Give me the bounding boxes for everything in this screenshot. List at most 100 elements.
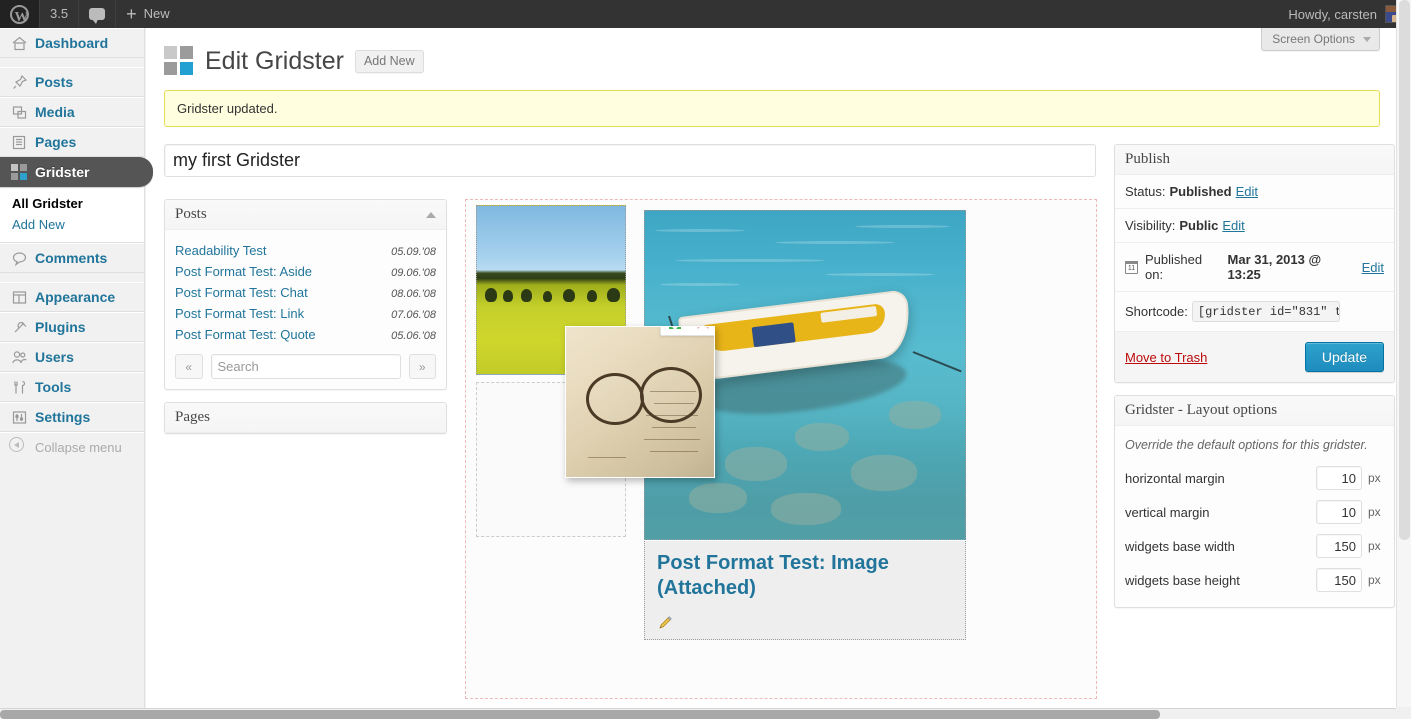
sidebar-item-pages[interactable]: Pages [0,127,144,157]
post-title-link[interactable]: Post Format Test: Link [175,306,304,321]
plug-icon [9,317,29,337]
publish-postbox-header[interactable]: Publish [1115,145,1394,175]
shortcode-field[interactable]: [gridster id="831" t: [1191,301,1340,322]
right-column: Publish Status: Published Edit Visibilit… [1114,144,1395,620]
horizontal-scrollbar[interactable] [0,708,1396,719]
horizontal-margin-input[interactable] [1316,466,1362,490]
list-item[interactable]: Post Format Test: Aside 09.06.'08 [175,261,436,282]
sidebar-item-users[interactable]: Users [0,342,144,372]
post-title-link[interactable]: Post Format Test: Quote [175,327,316,342]
vertical-margin-input[interactable] [1316,500,1362,524]
add-new-button[interactable]: Add New [354,49,424,73]
update-button[interactable]: Update [1304,342,1384,372]
wp-logo-menu[interactable] [0,0,39,32]
gridster-submenu: All Gridster Add New [0,187,144,243]
sidebar-item-posts[interactable]: Posts [0,67,144,97]
collapse-menu-button[interactable]: Collapse menu [0,432,144,462]
vertical-scrollbar-thumb[interactable] [1399,0,1410,540]
sidebar-item-dashboard[interactable]: Dashboard [0,28,144,58]
comment-bubble-icon [9,248,29,268]
list-item[interactable]: Post Format Test: Quote 05.06.'08 [175,324,436,345]
toggle-up-arrow-icon[interactable] [426,211,436,218]
next-page-button[interactable]: » [408,354,436,379]
sidebar-item-settings[interactable]: Settings [0,402,144,432]
sidebar-item-label: Gridster [35,164,90,180]
search-input[interactable] [210,354,401,379]
sidebar-item-tools[interactable]: Tools [0,372,144,402]
submenu-item-all-gridster[interactable]: All Gridster [0,193,144,214]
new-content-menu[interactable]: + New [116,0,180,28]
media-icon [9,102,29,122]
option-unit: px [1368,573,1381,587]
pencil-edit-icon[interactable] [657,615,673,631]
list-item[interactable]: Post Format Test: Link 07.06.'08 [175,303,436,324]
visibility-edit-link[interactable]: Edit [1222,218,1244,233]
layout-options-header[interactable]: Gridster - Layout options [1115,396,1394,426]
post-title-link[interactable]: Post Format Test: Chat [175,285,308,300]
gridster-canvas[interactable]: Post Format Test: Image (Attached) [465,199,1097,699]
tools-icon [9,377,29,397]
publish-actions: Move to Trash Update [1115,332,1394,382]
screen-options-label: Screen Options [1272,32,1355,46]
status-edit-link[interactable]: Edit [1236,184,1258,199]
wp-version-item[interactable]: 3.5 [40,0,78,28]
published-edit-link[interactable]: Edit [1362,260,1384,275]
dashboard-home-icon [9,33,29,53]
updated-notice: Gridster updated. [164,90,1380,127]
option-label: widgets base height [1125,572,1240,588]
dragged-photo-widget[interactable] [565,326,715,478]
option-row-widgets-base-width: widgets base width px [1125,529,1384,563]
howdy-greeting[interactable]: Howdy, carsten [1288,7,1385,22]
page-header: Edit Gridster Add New [146,28,1400,76]
close-x-icon[interactable] [695,327,711,331]
sidebar-item-media[interactable]: Media [0,97,144,127]
widgets-base-height-input[interactable] [1316,568,1362,592]
gridster-grid-icon [9,162,29,182]
option-row-vertical-margin: vertical margin px [1125,495,1384,529]
posts-postbox-header[interactable]: Posts [165,200,446,230]
pages-icon [9,132,29,152]
prev-page-button[interactable]: « [175,354,203,379]
widgets-base-width-input[interactable] [1316,534,1362,558]
list-item[interactable]: Post Format Test: Chat 08.06.'08 [175,282,436,303]
settings-sliders-icon [9,407,29,427]
move-to-trash-link[interactable]: Move to Trash [1125,350,1207,365]
horizontal-scrollbar-thumb[interactable] [0,710,1160,719]
sidebar-item-label: Plugins [35,319,86,335]
visibility-row: Visibility: Public Edit [1115,209,1394,243]
comments-menu[interactable] [79,0,115,28]
posts-postbox: Posts Readability Test 05.09.'08 Post Fo… [164,199,447,390]
sidebar-item-label: Users [35,349,74,365]
admin-bar-right: Howdy, carsten [1288,0,1411,28]
sidebar-item-comments[interactable]: Comments [0,243,144,273]
screen-meta-links: Screen Options [1261,28,1380,51]
shortcode-label: Shortcode: [1125,304,1188,319]
post-title-link[interactable]: Post Format Test: Aside [175,264,312,279]
screen-options-tab[interactable]: Screen Options [1261,28,1380,51]
sidebar-item-plugins[interactable]: Plugins [0,312,144,342]
option-row-horizontal-margin: horizontal margin px [1125,461,1384,495]
pages-postbox: Pages [164,402,447,434]
boat-widget-caption: Post Format Test: Image (Attached) [644,541,966,640]
comment-bubble-icon [89,8,106,24]
post-title-input[interactable] [164,144,1096,177]
widget-title-link[interactable]: Post Format Test: Image (Attached) [657,551,953,601]
pages-postbox-title: Pages [175,409,210,425]
option-label: vertical margin [1125,504,1210,520]
sidebar-item-label: Media [35,104,75,120]
vertical-scrollbar[interactable] [1396,0,1411,708]
admin-bar: 3.5 + New Howdy, carsten [0,0,1411,32]
post-date: 05.06.'08 [391,330,436,342]
resize-arrows-icon[interactable] [667,327,683,331]
list-item[interactable]: Readability Test 05.09.'08 [175,240,436,261]
sidebar-item-appearance[interactable]: Appearance [0,282,144,312]
calendar-icon [1125,260,1138,274]
wp-version-label: 3.5 [50,6,69,21]
sidebar-item-gridster[interactable]: Gridster [0,157,153,187]
pages-postbox-header[interactable]: Pages [165,403,446,433]
visibility-value: Public [1179,218,1219,233]
submenu-item-add-new[interactable]: Add New [0,214,144,235]
post-title-link[interactable]: Readability Test [175,243,267,258]
boat-seat [820,306,878,323]
layout-options-postbox: Gridster - Layout options Override the d… [1114,395,1395,608]
